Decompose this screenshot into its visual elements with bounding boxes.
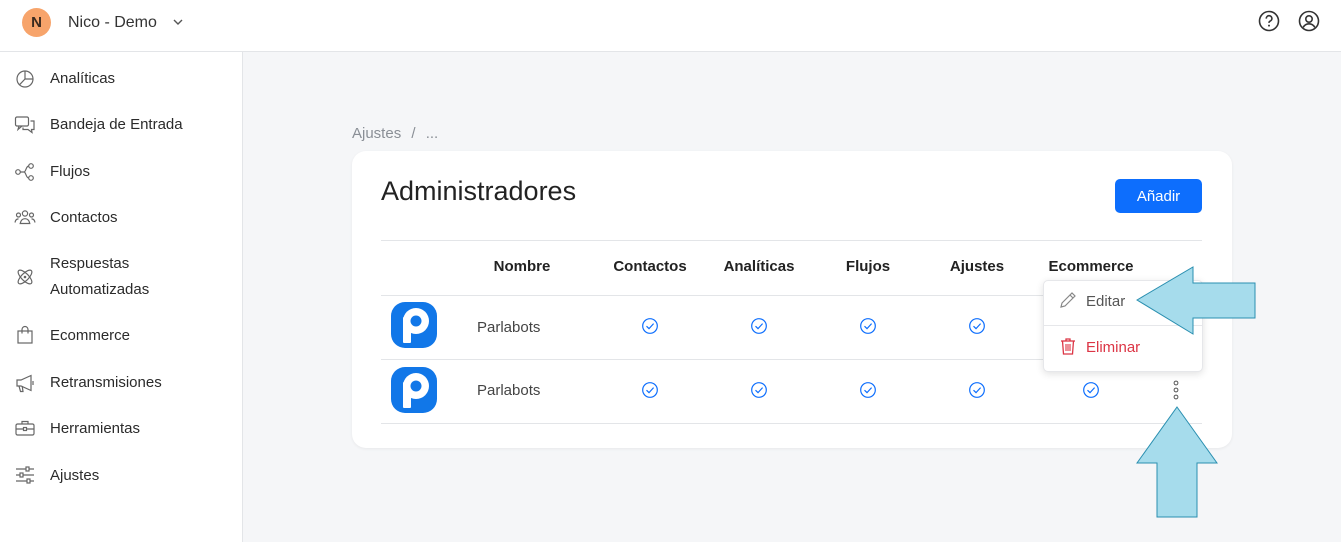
sidebar-item-label: Respuestas (50, 255, 130, 272)
check-circle-icon (751, 318, 767, 334)
check-circle-icon (969, 318, 985, 334)
chevron-down-icon[interactable] (170, 14, 186, 30)
annotation-arrow-left-icon (1136, 266, 1256, 335)
sidebar-item-label: Analíticas (50, 70, 116, 87)
sidebar-item-herramientas[interactable]: Herramientas (0, 416, 242, 442)
check-circle-icon (751, 382, 767, 398)
column-header-contactos: Contactos (613, 258, 687, 275)
user-circle-icon[interactable] (1298, 10, 1320, 32)
sidebar-item-label: Contactos (50, 209, 118, 226)
help-icon[interactable] (1258, 10, 1280, 32)
trash-icon (1061, 338, 1075, 355)
row-divider (381, 423, 1202, 424)
check-circle-icon (642, 382, 658, 398)
breadcrumb-separator: / (411, 125, 416, 142)
admin-name: Parlabots (477, 319, 541, 336)
check-circle-icon (1083, 382, 1099, 398)
pie-chart-icon (16, 70, 34, 88)
chat-bubbles-icon (14, 116, 35, 134)
column-header-analiticas: Analíticas (723, 258, 795, 275)
sidebar: Analíticas Bandeja de Entrada Flujos Con… (0, 52, 243, 542)
org-avatar[interactable]: N (22, 8, 51, 37)
sidebar-item-label: Ecommerce (50, 327, 131, 344)
column-header-ajustes: Ajustes (949, 258, 1005, 275)
menu-item-label: Eliminar (1086, 339, 1141, 356)
sidebar-item-contactos[interactable]: Contactos (0, 205, 242, 231)
check-circle-icon (860, 382, 876, 398)
sidebar-item-label: Flujos (50, 163, 91, 180)
org-name[interactable]: Nico - Demo (68, 14, 157, 32)
sidebar-item-label: Ajustes (50, 467, 100, 484)
atom-icon (17, 269, 33, 285)
toolbox-icon (15, 420, 35, 436)
flow-icon (15, 163, 34, 181)
admin-name: Parlabots (477, 382, 541, 399)
table-top-divider (381, 240, 1202, 241)
sidebar-item-bandeja[interactable]: Bandeja de Entrada (0, 112, 242, 138)
menu-item-label: Editar (1086, 293, 1126, 310)
sidebar-item-label: Retransmisiones (50, 374, 162, 391)
breadcrumb-current: ... (425, 125, 439, 142)
page-title: Administradores (381, 176, 577, 206)
people-icon (14, 210, 36, 225)
sliders-icon (16, 466, 34, 484)
sidebar-item-label: Herramientas (50, 420, 141, 437)
check-circle-icon (860, 318, 876, 334)
sidebar-item-label: Bandeja de Entrada (50, 116, 183, 133)
check-circle-icon (642, 318, 658, 334)
check-circle-icon (969, 382, 985, 398)
annotation-arrow-up-icon (1136, 406, 1218, 518)
add-admin-button[interactable]: Añadir (1115, 179, 1202, 213)
sidebar-item-analiticas[interactable]: Analíticas (0, 66, 242, 92)
breadcrumb-root[interactable]: Ajustes (352, 125, 401, 142)
sidebar-item-ajustes[interactable]: Ajustes (0, 463, 242, 489)
top-bar: N Nico - Demo (0, 0, 1341, 52)
pencil-icon (1060, 292, 1076, 308)
breadcrumb: Ajustes / ... (352, 125, 444, 142)
megaphone-icon (16, 374, 34, 393)
more-options-icon[interactable] (1171, 379, 1181, 401)
column-header-ecommerce: Ecommerce (1048, 258, 1134, 275)
sidebar-item-label-line2: Automatizadas (50, 281, 150, 298)
sidebar-item-ecommerce[interactable]: Ecommerce (0, 323, 242, 349)
sidebar-item-retransmisiones[interactable]: Retransmisiones (0, 370, 242, 396)
bag-icon (17, 325, 33, 344)
sidebar-item-flujos[interactable]: Flujos (0, 159, 242, 185)
sidebar-item-respuestas[interactable]: Respuestas Automatizadas (0, 251, 242, 303)
parlabots-logo (391, 367, 437, 413)
column-header-nombre: Nombre (493, 258, 551, 275)
parlabots-logo (391, 302, 437, 348)
column-header-flujos: Flujos (845, 258, 891, 275)
